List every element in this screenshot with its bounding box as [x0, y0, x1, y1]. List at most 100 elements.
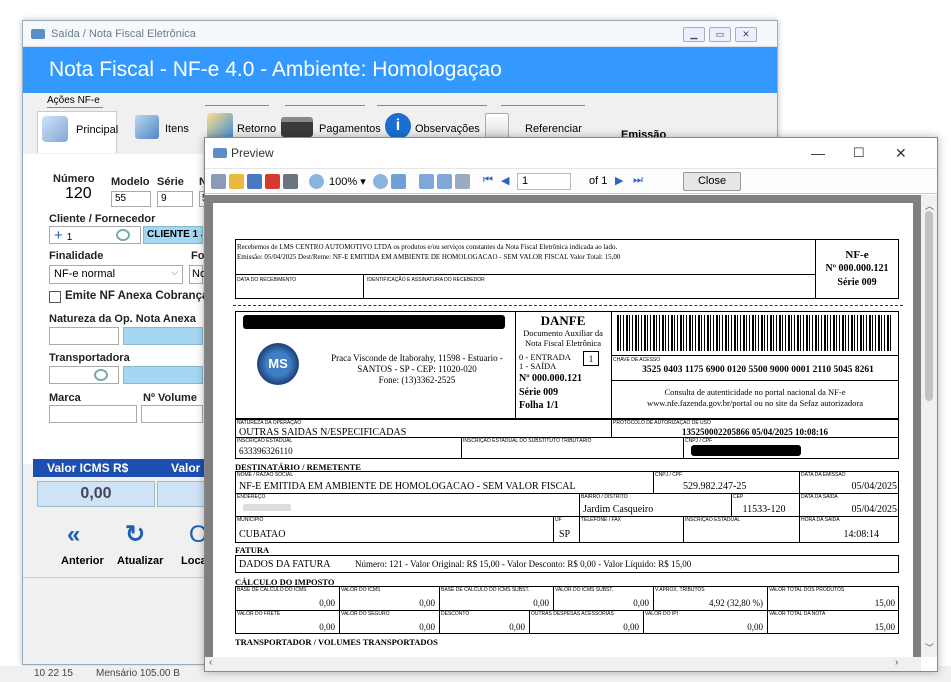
marca-field[interactable] [49, 405, 137, 423]
danfe-subtitle-2: Nota Fiscal Eletrônica [524, 338, 601, 348]
search-icon[interactable] [116, 229, 130, 241]
atualizar-button[interactable]: Atualizar [117, 555, 163, 567]
divider [653, 471, 654, 493]
tab-principal[interactable]: Principal [37, 111, 118, 153]
first-page-icon[interactable]: ⏮ [483, 174, 493, 187]
open-folder-icon[interactable] [229, 174, 244, 189]
municipio-label: MUNICÍPIO [237, 517, 264, 523]
address-line-2: SANTOS - SP - CEP: 11020-020 [357, 364, 477, 374]
close-button[interactable]: ✕ [735, 27, 757, 42]
calc-value: 0,00 [747, 622, 763, 632]
hora-label: HORA DA SAÍDA [801, 517, 840, 523]
vertical-scrollbar[interactable]: ︿ ﹀ [921, 195, 937, 657]
company-logo: MS [257, 343, 299, 385]
page-input[interactable]: 1 [517, 173, 571, 190]
zoom-in-icon[interactable] [309, 174, 324, 189]
protocolo-value: 135250002205866 05/04/2025 10:08:16 [682, 427, 828, 437]
volume-field[interactable] [141, 405, 203, 423]
identificacao-label: IDENTIFICAÇÃO E ASSINATURA DO RECEBEDOR [367, 277, 485, 283]
scroll-down-icon[interactable]: ﹀ [925, 641, 934, 654]
finalidade-value: NF-e normal [54, 268, 116, 280]
divider [611, 380, 899, 381]
calc-value: 0,00 [319, 622, 335, 632]
calc-value: 4,92 (32,80 %) [709, 598, 763, 608]
endereco-label: ENDEREÇO [237, 494, 266, 500]
fatura-details: Número: 121 - Valor Original: R$ 15,00 -… [355, 559, 692, 569]
next-page-icon[interactable]: ▶ [615, 174, 623, 187]
anterior-button[interactable]: Anterior [61, 555, 104, 567]
finalidade-select[interactable]: NF-e normal ⌵ [49, 265, 183, 284]
valor-value [157, 481, 205, 507]
canhoto-nfe-label: NF-e [845, 249, 869, 261]
scroll-left-icon[interactable]: ‹ [209, 657, 212, 668]
modelo-field[interactable]: 55 [111, 191, 151, 207]
tab-itens[interactable]: Itens [123, 111, 203, 153]
calc-label: BASE DE CÁLCULO DO ICMS [237, 587, 307, 593]
transportador-header: TRANSPORTADOR / VOLUMES TRANSPORTADOS [235, 637, 438, 647]
divider [683, 516, 684, 543]
transportadora-code-field[interactable] [49, 366, 119, 384]
prev-page-icon[interactable]: ◀ [501, 174, 509, 187]
cart-icon [135, 115, 159, 139]
edit-page-icon[interactable] [455, 174, 470, 189]
status-left: 10 22 15 [34, 668, 73, 679]
print-icon[interactable] [211, 174, 226, 189]
serie-label: Série [157, 176, 184, 188]
localizar-button[interactable]: Local [181, 555, 205, 567]
maximize-button[interactable]: ▭ [709, 27, 731, 42]
dest-cnpj-label: CNPJ / CPF [655, 472, 683, 478]
danfe-folha: Folha 1/1 [519, 400, 559, 411]
anexa-checkbox[interactable] [49, 291, 61, 303]
minimize-button[interactable]: ▁ [683, 27, 705, 42]
divider [553, 516, 554, 543]
cliente-name-field[interactable]: CLIENTE 1 JO [143, 226, 203, 244]
tab-label: Retorno [237, 123, 277, 135]
refresh-icon[interactable]: ↻ [125, 523, 155, 547]
scroll-right-icon[interactable]: › [895, 657, 898, 668]
localizar-icon[interactable]: O [189, 523, 205, 547]
zoom-select[interactable]: 100% ▾ [329, 175, 366, 188]
divider [515, 311, 516, 419]
divider [461, 437, 462, 459]
find-icon[interactable] [283, 174, 298, 189]
single-page-icon[interactable] [419, 174, 434, 189]
calc-value: 15,00 [874, 622, 895, 632]
consulta-line-2: www.nfe.fazenda.gov.br/portal ou no site… [646, 398, 864, 408]
serie-field[interactable]: 9 [157, 191, 193, 207]
natureza-desc-field[interactable] [123, 327, 203, 345]
numero-label: Número [53, 173, 95, 185]
cliente-add-field[interactable]: +1 [49, 226, 141, 244]
two-pages-icon[interactable] [437, 174, 452, 189]
fatura-header: FATURA [235, 545, 270, 555]
last-page-icon[interactable]: ⏭ [633, 174, 643, 187]
barcode [617, 315, 893, 351]
save-icon[interactable] [247, 174, 262, 189]
natureza-label: Natureza da Op. Nota Anexa [49, 313, 196, 325]
calc-label: VALOR DO FRETE [237, 611, 281, 617]
close-preview-button[interactable]: Close [683, 172, 741, 191]
municipio-value: CUBATAO [239, 529, 286, 540]
maximize-button[interactable]: ☐ [853, 138, 865, 168]
danfe-number: Nº 000.000.121 [519, 373, 583, 384]
for-select[interactable]: No [189, 265, 206, 284]
natureza-code-field[interactable] [49, 327, 119, 345]
transportadora-name-field[interactable] [123, 366, 203, 384]
ie-sub-label: INSCRIÇÃO ESTADUAL DO SUBSTITUTO TRIBUTÁ… [463, 438, 592, 444]
close-button[interactable]: ✕ [895, 138, 907, 168]
anterior-icon[interactable]: « [67, 523, 97, 547]
minimize-button[interactable]: — [811, 138, 825, 168]
fit-page-icon[interactable] [391, 174, 406, 189]
transportadora-label: Transportadora [49, 352, 130, 364]
search-icon[interactable] [94, 369, 108, 381]
pdf-icon[interactable] [265, 174, 280, 189]
scrollbar-thumb[interactable] [925, 211, 933, 401]
danfe-title: DANFE [540, 313, 586, 328]
divider [205, 105, 269, 106]
cut-line [233, 305, 903, 306]
horizontal-scrollbar[interactable]: ‹ › [205, 657, 921, 671]
zoom-out-icon[interactable] [373, 174, 388, 189]
preview-titlebar: Preview — ☐ ✕ [205, 138, 937, 168]
home-icon [42, 116, 68, 142]
ie-dest-label: INSCRIÇÃO ESTADUAL [685, 517, 741, 523]
chave-label: CHAVE DE ACESSO [613, 357, 661, 363]
